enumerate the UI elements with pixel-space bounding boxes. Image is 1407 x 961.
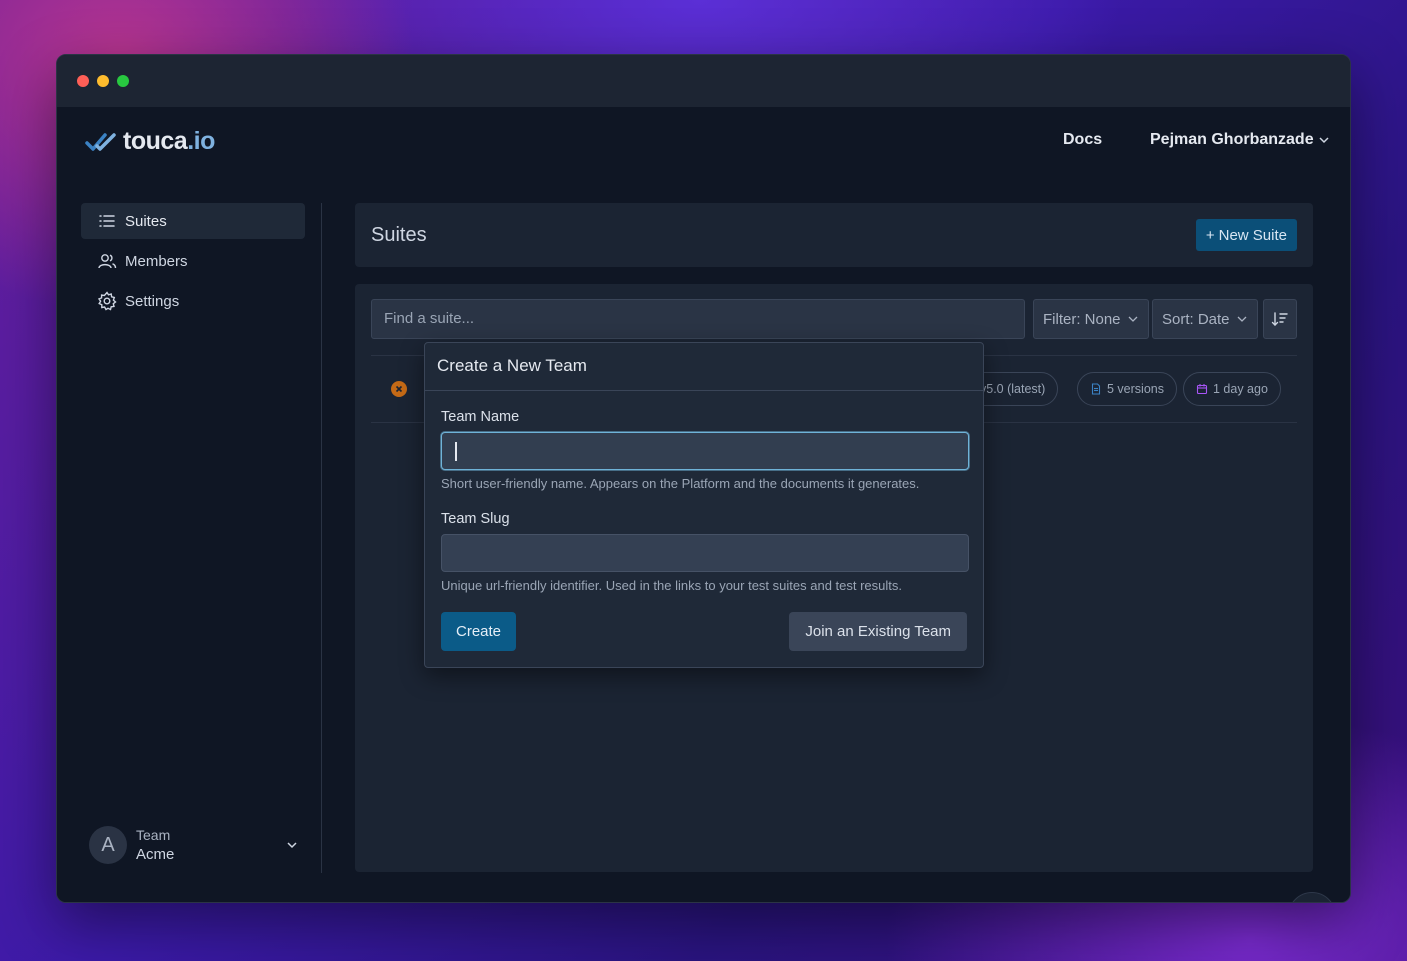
new-suite-label: New Suite xyxy=(1218,226,1287,244)
avatar: A xyxy=(89,826,127,864)
gear-icon xyxy=(97,291,117,311)
sort-order-button[interactable] xyxy=(1263,299,1297,339)
team-name: Acme xyxy=(136,846,175,863)
text-caret xyxy=(455,442,457,461)
chevron-down-icon xyxy=(1319,137,1329,144)
sort-label: Sort: Date xyxy=(1162,310,1230,328)
close-window-button[interactable] xyxy=(77,75,89,87)
sidebar-divider xyxy=(321,203,322,873)
maximize-window-button[interactable] xyxy=(117,75,129,87)
team-name-input[interactable] xyxy=(441,432,969,470)
new-suite-button[interactable]: + New Suite xyxy=(1195,219,1297,251)
app-window: touca.io Docs Pejman Ghorbanzade Suites xyxy=(56,54,1351,903)
join-existing-team-button[interactable]: Join an Existing Team xyxy=(789,612,967,651)
team-slug-input[interactable] xyxy=(441,534,969,572)
team-name-help: Short user-friendly name. Appears on the… xyxy=(441,476,920,491)
sidebar-item-label: Suites xyxy=(125,212,167,230)
team-slug-label: Team Slug xyxy=(441,511,510,527)
document-icon xyxy=(1091,383,1101,395)
sidebar-item-settings[interactable]: Settings xyxy=(81,283,305,319)
sidebar-item-members[interactable]: Members xyxy=(81,243,305,279)
sort-select[interactable]: Sort: Date xyxy=(1152,299,1258,339)
updated-date-badge: 1 day ago xyxy=(1183,372,1281,406)
team-name-label: Team Name xyxy=(441,409,520,425)
users-icon xyxy=(98,254,117,269)
minimize-window-button[interactable] xyxy=(97,75,109,87)
help-button[interactable]: ? xyxy=(1288,892,1336,902)
list-icon xyxy=(99,215,115,227)
logo-text: touca.io xyxy=(123,127,215,155)
checkmark-logo-icon xyxy=(85,132,116,151)
sidebar-item-suites[interactable]: Suites xyxy=(81,203,305,239)
filter-label: Filter: None xyxy=(1043,310,1121,328)
chevron-down-icon xyxy=(1128,316,1137,322)
updated-date-text: 1 day ago xyxy=(1213,382,1268,396)
filter-select[interactable]: Filter: None xyxy=(1033,299,1149,339)
touca-logo[interactable]: touca.io xyxy=(85,127,215,156)
team-slug-help: Unique url-friendly identifier. Used in … xyxy=(441,578,902,593)
versions-count-badge: 5 versions xyxy=(1077,372,1177,406)
sidebar-item-label: Members xyxy=(125,252,188,270)
sidebar-item-label: Settings xyxy=(125,292,180,310)
sidebar: Suites Members Settings xyxy=(81,203,305,323)
page-title: Suites xyxy=(371,224,427,246)
create-button[interactable]: Create xyxy=(441,612,517,651)
chevron-down-icon xyxy=(287,842,297,849)
user-name: Pejman Ghorbanzade xyxy=(1150,131,1314,148)
page-header: Suites + New Suite xyxy=(355,203,1313,267)
sort-descending-icon xyxy=(1271,312,1288,326)
team-label: Team xyxy=(136,827,171,843)
dialog-title: Create a New Team xyxy=(425,343,983,391)
app-content: touca.io Docs Pejman Ghorbanzade Suites xyxy=(57,107,1350,902)
versions-count-text: 5 versions xyxy=(1107,382,1164,396)
failed-status-icon xyxy=(391,381,407,397)
search-input[interactable]: Find a suite... xyxy=(371,299,1025,339)
docs-link[interactable]: Docs xyxy=(1063,131,1102,149)
create-team-dialog: Create a New Team Team Name Short user-f… xyxy=(424,342,984,668)
window-titlebar xyxy=(57,55,1350,107)
plus-icon: + xyxy=(1205,226,1215,244)
user-menu[interactable]: Pejman Ghorbanzade xyxy=(1150,131,1330,149)
calendar-icon xyxy=(1196,384,1208,395)
chevron-down-icon xyxy=(1237,316,1246,322)
team-info: Team Acme xyxy=(136,825,174,865)
version-text: v5.0 (latest) xyxy=(980,382,1046,396)
team-switcher[interactable]: A Team Acme xyxy=(89,825,299,865)
top-header: touca.io Docs Pejman Ghorbanzade xyxy=(57,107,1350,173)
